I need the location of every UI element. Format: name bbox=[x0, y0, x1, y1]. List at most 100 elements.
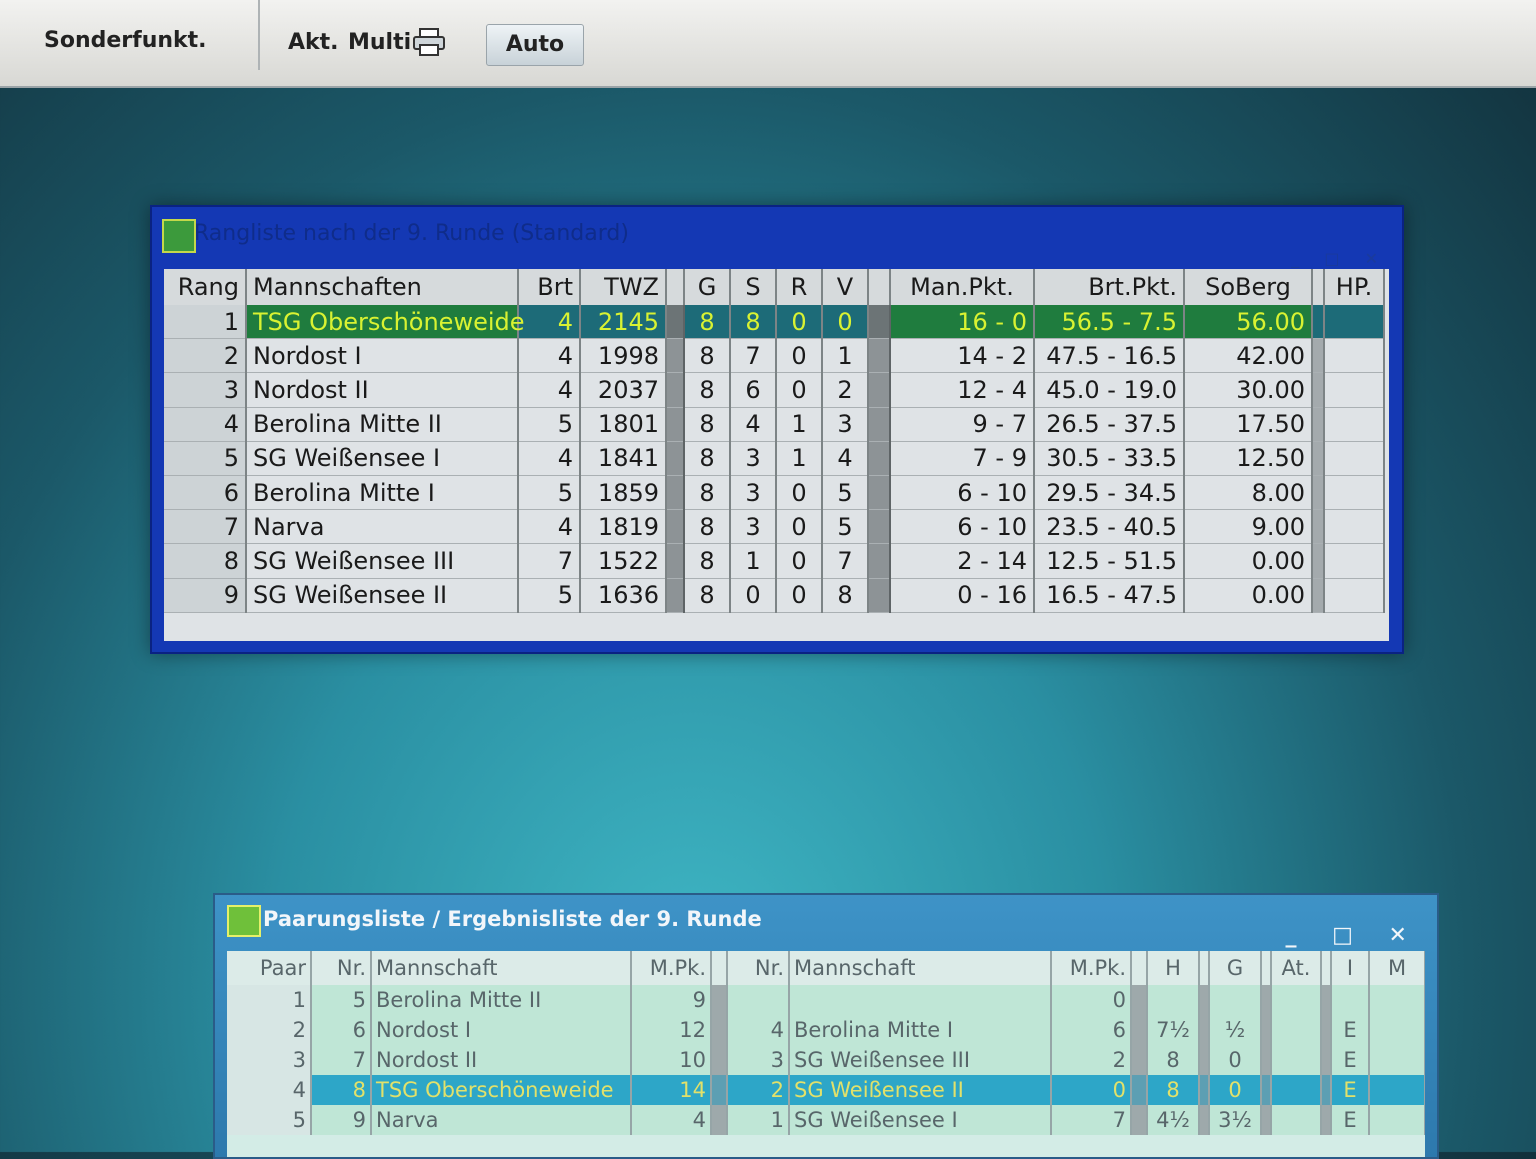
home-team: Nordost II bbox=[371, 1045, 632, 1075]
pairings-table: Paar Nr. Mannschaft M.Pk. Nr. Mannschaft… bbox=[227, 951, 1425, 1135]
window-controls[interactable]: _ □ ✕ bbox=[1285, 923, 1421, 948]
col-mannschaften[interactable]: Mannschaften bbox=[246, 269, 519, 305]
man-pkt-cell: 16 - 0 bbox=[890, 305, 1035, 340]
separator bbox=[711, 1015, 728, 1045]
standings-row[interactable]: 5 SG Weißensee I 4 1841 8 3 1 4 7 - 9 30.5 - 33.5… bbox=[164, 441, 1385, 476]
team-name: Berolina Mitte II bbox=[246, 407, 519, 442]
col-h[interactable]: H bbox=[1147, 951, 1200, 985]
col-at[interactable]: At. bbox=[1271, 951, 1322, 985]
twz-cell: 1636 bbox=[580, 578, 667, 613]
window-controls[interactable]: _ □ ✕ bbox=[1291, 249, 1388, 268]
h-cell: 8 bbox=[1147, 1045, 1200, 1075]
separator bbox=[1312, 407, 1325, 442]
col-manpkt[interactable]: Man.Pkt. bbox=[890, 269, 1035, 305]
g-cell: 8 bbox=[684, 372, 731, 408]
mpk-cell: 0 bbox=[1051, 985, 1132, 1015]
standings-row[interactable]: 7 Narva 4 1819 8 3 0 5 6 - 10 23.5 - 40.5 9.00 bbox=[164, 509, 1385, 545]
r-cell: 0 bbox=[776, 372, 823, 408]
mpk-cell: 4 bbox=[631, 1105, 712, 1135]
printer-icon[interactable] bbox=[412, 28, 446, 56]
standings-row[interactable]: 2 Nordost I 4 1998 8 7 0 1 14 - 2 47.5 - 16.5 42.0… bbox=[164, 338, 1385, 374]
col-g[interactable]: G bbox=[1209, 951, 1262, 985]
paar-cell: 5 bbox=[227, 1105, 312, 1135]
col-m[interactable]: M bbox=[1369, 951, 1425, 985]
standings-row[interactable]: 9 SG Weißensee II 5 1636 8 0 0 8 0 - 16 16.5 - 47… bbox=[164, 578, 1385, 613]
col-rang[interactable]: Rang bbox=[164, 269, 247, 305]
g-cell: 8 bbox=[684, 305, 731, 340]
col-mannschaft[interactable]: Mannschaft bbox=[371, 951, 632, 985]
standings-row[interactable]: 4 Berolina Mitte II 5 1801 8 4 1 3 9 - 7 26.5 - 3… bbox=[164, 407, 1385, 442]
col-g[interactable]: G bbox=[684, 269, 731, 305]
col-soberg[interactable]: SoBerg bbox=[1184, 269, 1313, 305]
auto-button[interactable]: Auto bbox=[486, 24, 584, 66]
col-sep bbox=[1199, 951, 1210, 985]
mpk-cell: 2 bbox=[1051, 1045, 1132, 1075]
standings-row[interactable]: 6 Berolina Mitte I 5 1859 8 3 0 5 6 - 10 29.5 - 3… bbox=[164, 475, 1385, 511]
pairing-row[interactable]: 3 7 Nordost II 10 3 SG Weißensee III 2 8 0 E bbox=[227, 1045, 1425, 1075]
twz-cell: 1801 bbox=[580, 407, 667, 442]
brt-pkt-cell: 23.5 - 40.5 bbox=[1034, 509, 1185, 545]
sonderfunkt-menu[interactable]: Sonderfunkt. bbox=[44, 28, 207, 53]
brt-cell: 7 bbox=[518, 543, 581, 579]
separator bbox=[1321, 1015, 1332, 1045]
col-mannschaft[interactable]: Mannschaft bbox=[789, 951, 1052, 985]
pairing-row[interactable]: 4 8 TSG Oberschöneweide 14 2 SG Weißensee II 0… bbox=[227, 1075, 1425, 1105]
standings-row[interactable]: 8 SG Weißensee III 7 1522 8 1 0 7 2 - 14 12.5 - 5… bbox=[164, 543, 1385, 579]
rank-cell: 7 bbox=[164, 509, 247, 545]
g-cell: 8 bbox=[684, 407, 731, 442]
man-pkt-cell: 6 - 10 bbox=[890, 509, 1035, 545]
pairing-row[interactable]: 2 6 Nordost I 12 4 Berolina Mitte I 6 7½ ½ E bbox=[227, 1015, 1425, 1045]
col-i[interactable]: I bbox=[1331, 951, 1370, 985]
col-mpk[interactable]: M.Pk. bbox=[1051, 951, 1132, 985]
col-r[interactable]: R bbox=[776, 269, 823, 305]
nr-cell: 8 bbox=[311, 1075, 372, 1105]
i-cell: E bbox=[1331, 1015, 1370, 1045]
nr-cell bbox=[727, 985, 790, 1015]
akt-button[interactable]: Akt. bbox=[288, 30, 339, 55]
v-cell: 5 bbox=[822, 509, 869, 545]
separator bbox=[666, 305, 685, 340]
separator bbox=[1321, 1075, 1332, 1105]
pairing-row[interactable]: 5 9 Narva 4 1 SG Weißensee I 7 4½ 3½ E bbox=[227, 1105, 1425, 1135]
separator bbox=[868, 305, 891, 340]
col-brtpkt[interactable]: Brt.Pkt. bbox=[1034, 269, 1185, 305]
separator bbox=[1312, 338, 1325, 374]
multi-button[interactable]: Multi bbox=[348, 30, 411, 55]
col-brt[interactable]: Brt bbox=[518, 269, 581, 305]
mpk-cell: 6 bbox=[1051, 1015, 1132, 1045]
m-cell bbox=[1369, 1015, 1425, 1045]
s-cell: 4 bbox=[730, 407, 777, 442]
col-hp[interactable]: HP. bbox=[1324, 269, 1385, 305]
toolbar: Sonderfunkt. Akt. Multi Auto bbox=[0, 0, 1536, 88]
brt-cell: 4 bbox=[518, 441, 581, 476]
soberg-cell: 30.00 bbox=[1184, 372, 1313, 408]
hp-cell bbox=[1324, 407, 1385, 442]
twz-cell: 2145 bbox=[580, 305, 667, 340]
col-twz[interactable]: TWZ bbox=[580, 269, 667, 305]
pairing-row[interactable]: 1 5 Berolina Mitte II 9 0 bbox=[227, 985, 1425, 1015]
soberg-cell: 12.50 bbox=[1184, 441, 1313, 476]
standings-row[interactable]: 1 TSG Oberschöneweide 4 2145 8 8 0 0 16 - 0 56.5 … bbox=[164, 305, 1385, 340]
separator bbox=[666, 578, 685, 613]
col-paar[interactable]: Paar bbox=[227, 951, 312, 985]
col-nr[interactable]: Nr. bbox=[311, 951, 372, 985]
separator bbox=[868, 543, 891, 579]
team-name: Nordost II bbox=[246, 372, 519, 408]
col-s[interactable]: S bbox=[730, 269, 777, 305]
standings-row[interactable]: 3 Nordost II 4 2037 8 6 0 2 12 - 4 45.0 - 19.0 30.… bbox=[164, 372, 1385, 408]
col-nr[interactable]: Nr. bbox=[727, 951, 790, 985]
col-v[interactable]: V bbox=[822, 269, 869, 305]
g-cell: 8 bbox=[684, 338, 731, 374]
soberg-cell: 42.00 bbox=[1184, 338, 1313, 374]
r-cell: 0 bbox=[776, 305, 823, 340]
at-cell bbox=[1271, 1075, 1322, 1105]
separator bbox=[1261, 1015, 1272, 1045]
col-mpk[interactable]: M.Pk. bbox=[631, 951, 712, 985]
separator bbox=[1321, 1045, 1332, 1075]
mpk-cell: 9 bbox=[631, 985, 712, 1015]
brt-pkt-cell: 26.5 - 37.5 bbox=[1034, 407, 1185, 442]
col-sep bbox=[711, 951, 728, 985]
separator bbox=[868, 441, 891, 476]
brt-cell: 4 bbox=[518, 372, 581, 408]
g-cell: 8 bbox=[684, 475, 731, 511]
